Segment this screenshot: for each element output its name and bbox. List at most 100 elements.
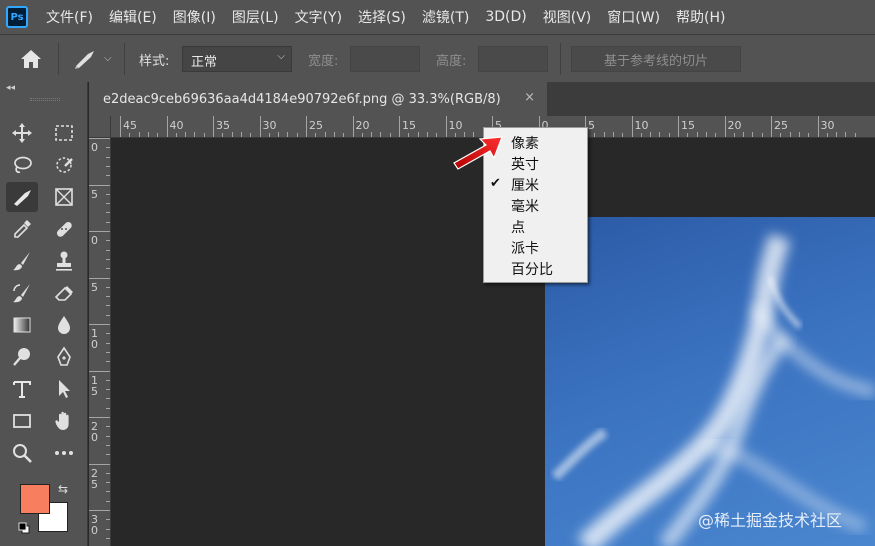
zoom-tool-icon[interactable]: [6, 438, 38, 468]
ruler-label: 15: [402, 119, 416, 132]
ruler-minor-tick: [106, 221, 110, 223]
home-icon[interactable]: [20, 49, 42, 69]
chevron-down-icon[interactable]: ⌵: [104, 53, 112, 64]
ruler-minor-tick: [106, 361, 110, 363]
slice-tool-icon[interactable]: [6, 182, 38, 212]
document-tab[interactable]: e2deac9ceb69636aa4d4184e90792e6f.png @ 3…: [89, 82, 547, 116]
ruler-minor-tick: [106, 165, 110, 167]
menu-3d[interactable]: 3D(D): [477, 0, 534, 34]
hand-tool-icon[interactable]: [48, 406, 80, 436]
eraser-tool-icon[interactable]: [48, 278, 80, 308]
blur-tool-icon[interactable]: [48, 310, 80, 340]
clone-stamp-tool-icon[interactable]: [48, 246, 80, 276]
ruler-minor-tick: [389, 133, 391, 137]
style-select[interactable]: 正常 ⌵: [182, 46, 292, 72]
height-label: 高度:: [436, 54, 467, 69]
ruler-major-tick: [89, 370, 110, 372]
path-selection-tool-icon[interactable]: [48, 374, 80, 404]
ruler-minor-tick: [106, 407, 110, 409]
menu-file[interactable]: 文件(F): [38, 0, 101, 34]
swap-colors-icon[interactable]: ⇆: [58, 482, 68, 496]
vertical-ruler[interactable]: 0 5 0 5 1 0 1 5 2 0 2 5 3 0: [89, 138, 111, 546]
slice-tool-preset-icon[interactable]: [72, 47, 98, 71]
width-input[interactable]: [350, 46, 420, 72]
ruler-minor-tick: [106, 240, 110, 242]
menu-item-percent[interactable]: 百分比: [484, 258, 587, 279]
ruler-origin[interactable]: [89, 116, 111, 138]
close-icon[interactable]: ×: [524, 90, 535, 105]
ruler-major-tick: [445, 116, 447, 137]
menu-select[interactable]: 选择(S): [350, 0, 414, 34]
ruler-minor-tick: [659, 132, 661, 137]
rectangle-tool-icon[interactable]: [6, 406, 38, 436]
frame-tool-icon[interactable]: [48, 182, 80, 212]
gradient-tool-icon[interactable]: [6, 310, 38, 340]
ruler-minor-tick: [106, 398, 110, 400]
ruler-minor-tick: [343, 133, 345, 137]
ruler-minor-tick: [106, 454, 110, 456]
menu-filter[interactable]: 滤镜(T): [414, 0, 477, 34]
menu-item-millimeters[interactable]: 毫米: [484, 195, 587, 216]
menu-item-centimeters[interactable]: ✔ 厘米: [484, 174, 587, 195]
menu-edit[interactable]: 编辑(E): [101, 0, 165, 34]
healing-brush-tool-icon[interactable]: [48, 214, 80, 244]
ruler-label: 5: [91, 280, 98, 294]
panel-grip[interactable]: [30, 98, 60, 101]
ruler-minor-tick: [106, 296, 110, 298]
menu-item-picas[interactable]: 派卡: [484, 237, 587, 258]
ruler-major-tick: [399, 116, 400, 137]
collapse-panel-icon[interactable]: ◂◂: [6, 83, 15, 93]
type-tool-icon[interactable]: [6, 374, 38, 404]
sky-image[interactable]: [545, 217, 875, 546]
ruler-minor-tick: [106, 491, 110, 493]
quick-selection-tool-icon[interactable]: [48, 150, 80, 180]
brush-tool-icon[interactable]: [6, 246, 38, 276]
ruler-minor-tick: [296, 133, 298, 137]
more-tools-icon[interactable]: [48, 438, 80, 468]
ruler-label: 0: [91, 234, 98, 247]
ruler-minor-tick: [106, 444, 110, 446]
document-tab-title: e2deac9ceb69636aa4d4184e90792e6f.png @ 3…: [103, 91, 501, 107]
menu-type[interactable]: 文字(Y): [287, 0, 350, 34]
menu-item-label: 派卡: [511, 240, 539, 257]
dodge-tool-icon[interactable]: [6, 342, 38, 372]
ruler-minor-tick: [175, 133, 177, 137]
menu-item-label: 毫米: [511, 198, 539, 215]
ruler-minor-tick: [845, 132, 847, 137]
ruler-label: 35: [216, 119, 230, 132]
ruler-major-tick: [678, 116, 679, 137]
menu-image[interactable]: 图像(I): [165, 0, 224, 34]
eyedropper-tool-icon[interactable]: [6, 214, 38, 244]
menu-item-label: 厘米: [511, 177, 539, 194]
history-brush-tool-icon[interactable]: [6, 278, 38, 308]
ruler-major-tick: [771, 116, 772, 137]
ruler-minor-tick: [106, 426, 110, 428]
menu-view[interactable]: 视图(V): [535, 0, 600, 34]
foreground-color-swatch[interactable]: [20, 484, 50, 514]
ruler-minor-tick: [789, 132, 791, 137]
ruler-minor-tick: [380, 132, 382, 137]
ruler-major-tick: [89, 231, 110, 232]
ruler-minor-tick: [622, 133, 624, 137]
ruler-minor-tick: [826, 133, 828, 137]
slices-from-guides-button[interactable]: 基于参考线的切片: [571, 46, 741, 72]
menu-help[interactable]: 帮助(H): [668, 0, 733, 34]
ruler-major-tick: [213, 116, 214, 137]
ruler-label: 40: [169, 119, 184, 132]
ruler-major-tick: [89, 510, 110, 511]
menu-window[interactable]: 窗口(W): [599, 0, 668, 34]
red-arrow-icon: [453, 136, 503, 170]
ruler-minor-tick: [361, 133, 363, 137]
ruler-label: 45: [123, 119, 137, 132]
pen-tool-icon[interactable]: [48, 342, 80, 372]
marquee-tool-icon[interactable]: [48, 118, 80, 148]
ruler-minor-tick: [315, 133, 317, 137]
ruler-minor-tick: [612, 132, 614, 137]
lasso-tool-icon[interactable]: [6, 150, 38, 180]
move-tool-icon[interactable]: [6, 118, 38, 148]
menu-item-points[interactable]: 点: [484, 216, 587, 237]
height-input[interactable]: [478, 46, 548, 72]
ruler-minor-tick: [705, 132, 707, 137]
default-colors-icon[interactable]: [18, 522, 30, 534]
menu-layer[interactable]: 图层(L): [224, 0, 287, 34]
